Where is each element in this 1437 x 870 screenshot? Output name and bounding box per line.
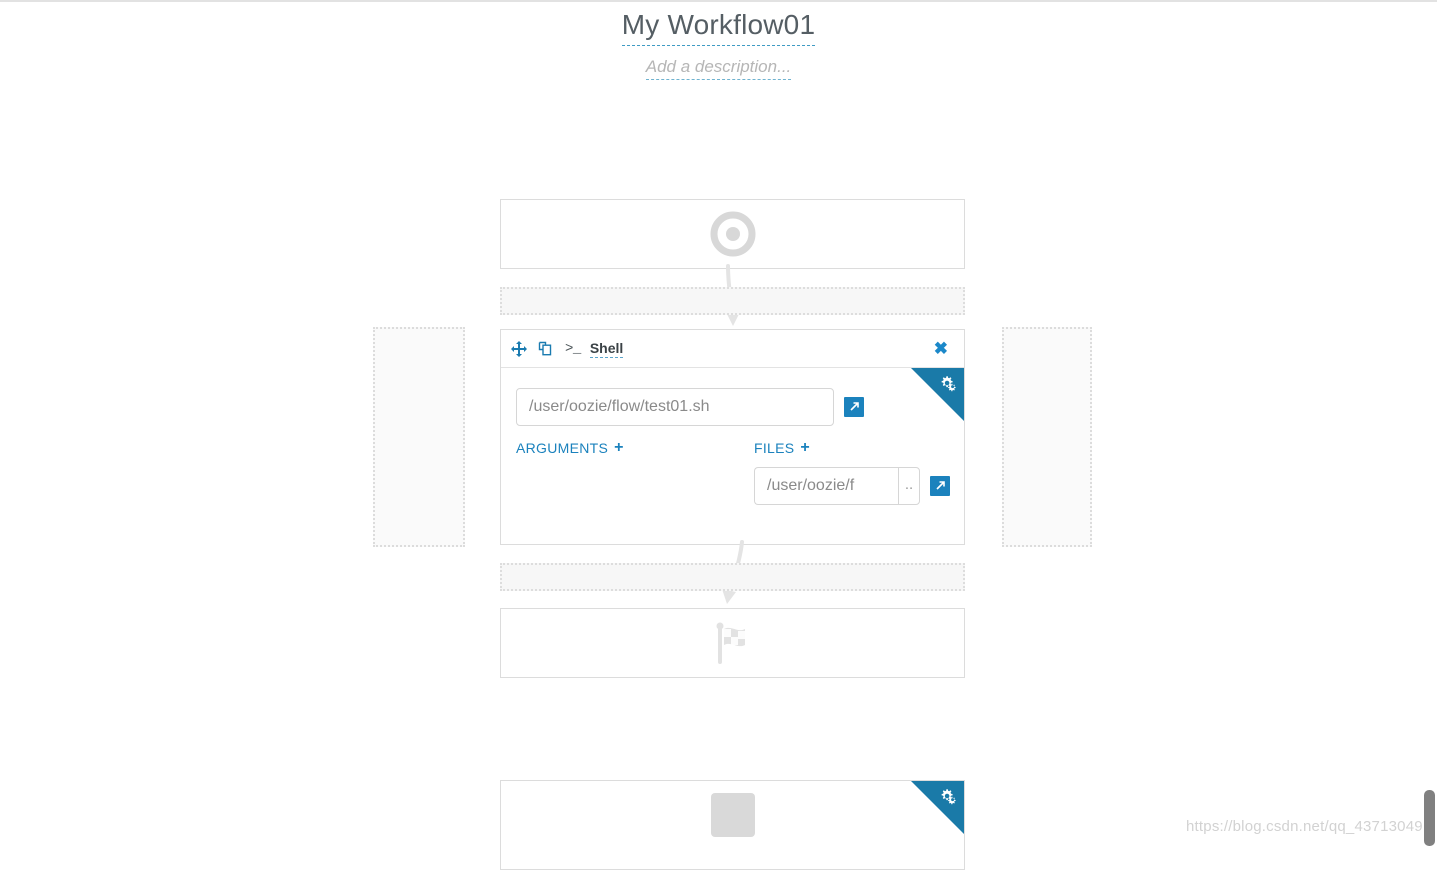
section-labels-row: ARGUMENTS + FILES + (516, 439, 950, 457)
shell-settings-button[interactable] (911, 368, 964, 421)
script-field-row (516, 388, 950, 426)
shell-action-node[interactable]: >_ Shell ✖ ARGUMENTS + FILES (500, 329, 965, 545)
plus-icon: + (800, 439, 811, 456)
script-path-input[interactable] (516, 388, 834, 426)
copy-icon[interactable] (537, 341, 553, 357)
placeholder-square-icon (711, 793, 755, 837)
fork-placeholder-right[interactable] (1002, 327, 1092, 547)
scrollbar-thumb[interactable] (1424, 790, 1435, 846)
move-icon[interactable] (511, 340, 527, 357)
add-files-button[interactable]: FILES + (754, 439, 811, 457)
file-browse-icon[interactable] (930, 476, 950, 496)
target-icon (710, 211, 756, 257)
file-entry-row: .. (754, 467, 950, 505)
file-path-input[interactable] (754, 467, 898, 505)
workflow-canvas: >_ Shell ✖ ARGUMENTS + FILES (0, 2, 1437, 870)
arguments-label: ARGUMENTS (516, 440, 609, 456)
shell-node-label[interactable]: Shell (589, 340, 624, 358)
shell-node-body: ARGUMENTS + FILES + .. (501, 368, 964, 544)
cogs-icon (938, 788, 958, 806)
partial-node-settings-button[interactable] (911, 781, 964, 834)
add-arguments-button[interactable]: ARGUMENTS + (516, 439, 754, 457)
fork-placeholder-left[interactable] (373, 327, 465, 547)
terminal-prompt-icon: >_ (565, 340, 581, 357)
cogs-icon (938, 375, 958, 393)
files-label: FILES (754, 440, 795, 456)
dropzone-before-shell[interactable] (500, 287, 965, 315)
end-node[interactable] (500, 608, 965, 678)
file-ellipsis-button[interactable]: .. (898, 467, 920, 505)
partial-node[interactable] (500, 780, 965, 870)
watermark-text: https://blog.csdn.net/qq_43713049 (1186, 818, 1423, 835)
close-icon[interactable]: ✖ (930, 338, 952, 359)
dropzone-before-end[interactable] (500, 563, 965, 591)
shell-node-header: >_ Shell ✖ (501, 330, 964, 368)
checkered-flag-icon (707, 617, 759, 669)
script-browse-icon[interactable] (844, 397, 864, 417)
vertical-scrollbar[interactable] (1424, 2, 1437, 848)
start-node[interactable] (500, 199, 965, 269)
plus-icon: + (614, 439, 624, 456)
